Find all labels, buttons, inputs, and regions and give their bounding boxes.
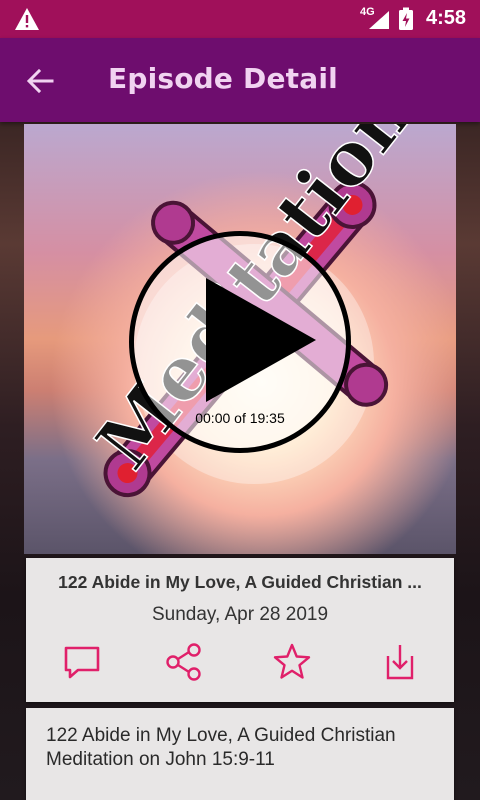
play-button[interactable]: 00:00 of 19:35 bbox=[129, 231, 351, 453]
star-icon[interactable] bbox=[272, 642, 312, 682]
comment-icon[interactable] bbox=[62, 642, 102, 682]
description-card: 122 Abide in My Love, A Guided Christian… bbox=[26, 708, 454, 800]
play-icon bbox=[206, 278, 316, 402]
battery-charging-icon bbox=[399, 7, 413, 30]
signal-icon bbox=[369, 11, 389, 29]
episode-date: Sunday, Apr 28 2019 bbox=[151, 604, 329, 625]
episode-title: 122 Abide in My Love, A Guided Christian… bbox=[58, 572, 422, 592]
episode-description: 122 Abide in My Love, A Guided Christian… bbox=[46, 725, 396, 770]
playback-time: 00:00 of 19:35 bbox=[195, 410, 285, 426]
page-title: Episode Detail bbox=[108, 62, 338, 95]
episode-card: 122 Abide in My Love, A Guided Christian… bbox=[26, 558, 454, 702]
episode-artwork: Meditation 00:00 of 19:35 bbox=[24, 124, 456, 554]
arrow-back-icon[interactable] bbox=[22, 64, 58, 98]
status-bar: 4G 4:58 bbox=[0, 0, 480, 38]
share-icon[interactable] bbox=[164, 642, 204, 682]
download-icon[interactable] bbox=[380, 642, 420, 682]
clock: 4:58 bbox=[426, 7, 467, 29]
app-bar: Episode Detail bbox=[0, 38, 480, 122]
warning-icon bbox=[15, 8, 39, 30]
